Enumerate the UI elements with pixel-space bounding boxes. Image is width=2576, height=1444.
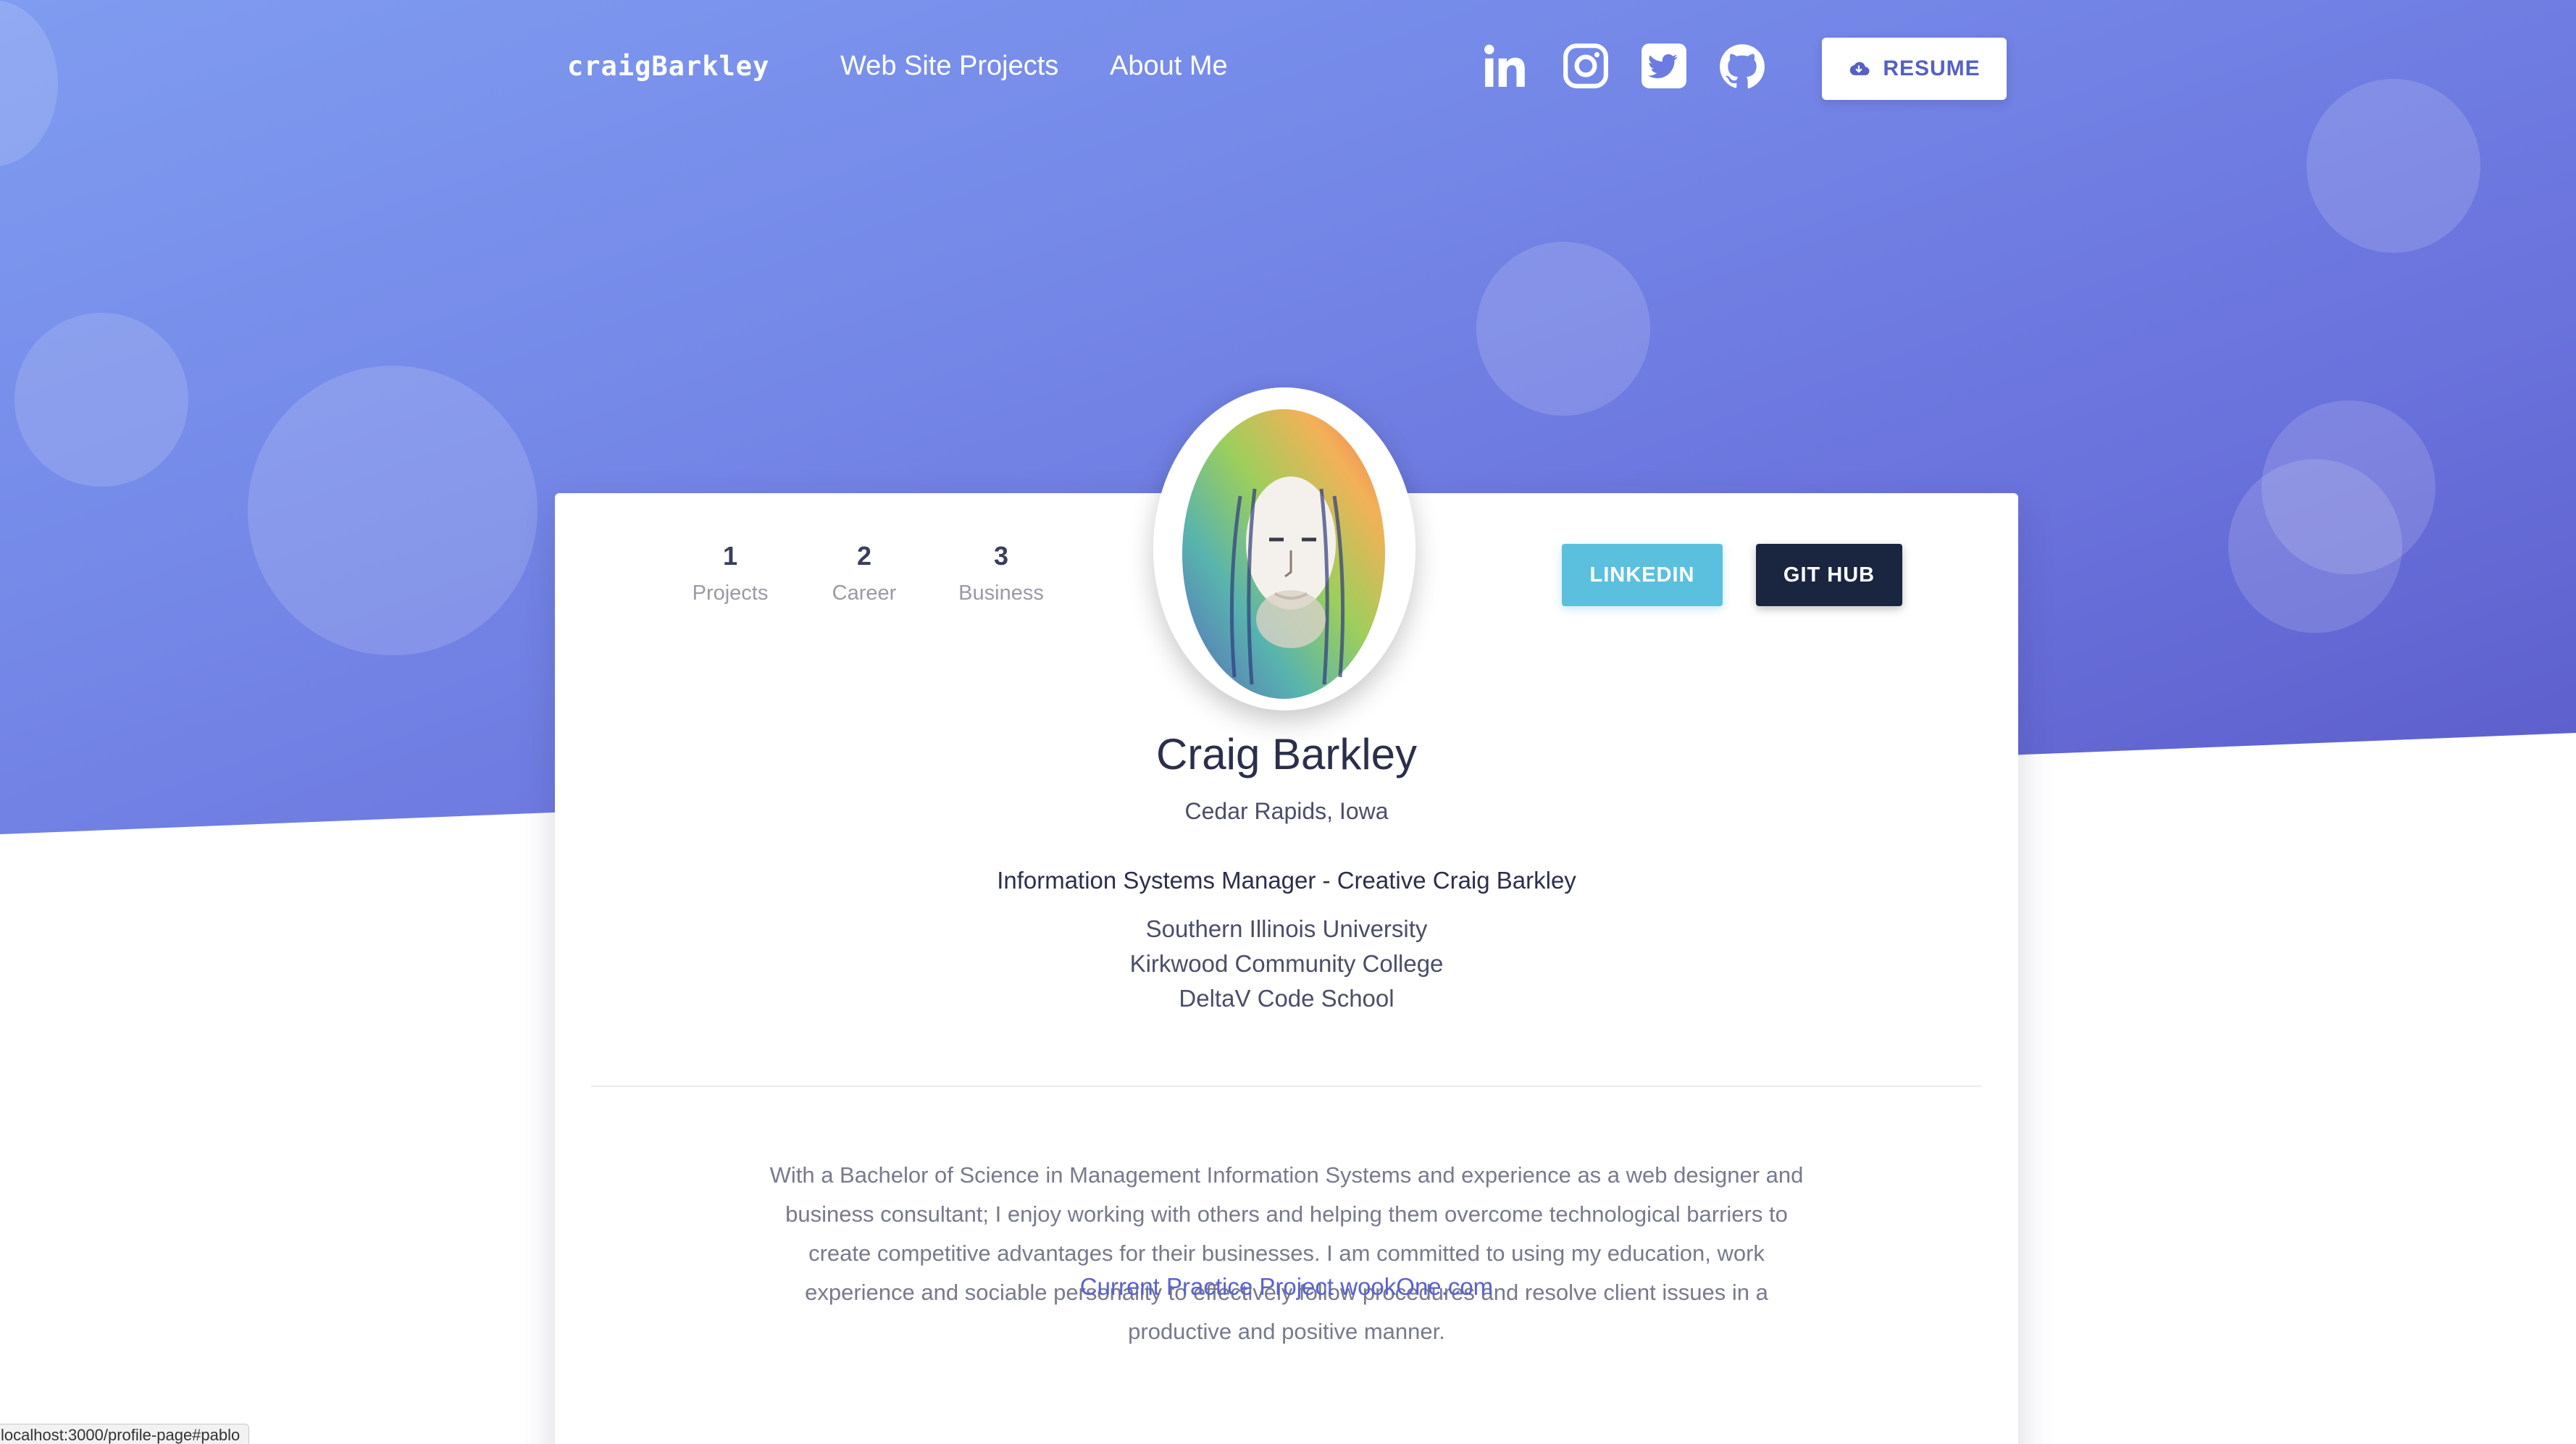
profile-location: Cedar Rapids, Iowa: [1184, 798, 1389, 824]
education-item: Southern Illinois University: [1145, 915, 1428, 942]
linkedin-button[interactable]: LINKEDIN: [1562, 544, 1723, 606]
status-bar-url: localhost:3000/profile-page#pablo: [0, 1424, 250, 1444]
profile-page: craigBarkley Web Site Projects About Me: [0, 0, 2576, 1444]
resume-button-label: RESUME: [1883, 56, 1981, 80]
avatar-portrait-image: [1153, 387, 1415, 710]
stat-value: 3: [993, 541, 1009, 571]
cloud-download-icon: [1850, 62, 1870, 75]
education-item: Kirkwood Community College: [1129, 950, 1444, 977]
decorative-bubble: [14, 313, 188, 487]
github-icon[interactable]: [1718, 42, 1766, 90]
decorative-bubble: [248, 366, 538, 655]
education-item: DeltaV Code School: [1179, 985, 1394, 1012]
profile-name: Craig Barkley: [1155, 730, 1418, 778]
resume-button[interactable]: RESUME: [1822, 38, 2007, 100]
stat-label: Career: [832, 582, 897, 605]
instagram-icon-glyph: [1563, 43, 1608, 88]
github-button[interactable]: GIT HUB: [1756, 544, 1902, 606]
linkedin-icon[interactable]: [1482, 42, 1530, 90]
stat-business: 3 Business: [936, 541, 1066, 605]
top-navbar: craigBarkley Web Site Projects About Me: [0, 0, 2576, 138]
linkedin-icon-glyph: [1484, 44, 1525, 87]
section-divider: [591, 1086, 1982, 1087]
profile-title: Information Systems Manager - Creative C…: [997, 867, 1576, 894]
stat-label: Projects: [692, 582, 769, 605]
brand-logo[interactable]: craigBarkley: [567, 51, 769, 82]
decorative-bubble: [1476, 242, 1650, 416]
stat-projects: 1 Projects: [665, 541, 795, 605]
twitter-icon[interactable]: [1640, 42, 1688, 90]
profile-bio: With a Bachelor of Science in Management…: [769, 1162, 1804, 1344]
nav-link-web-site-projects[interactable]: Web Site Projects: [840, 51, 1058, 82]
stat-value: 1: [722, 541, 738, 571]
stat-label: Business: [958, 582, 1044, 605]
decorative-bubble: [2228, 459, 2402, 633]
education-list: Southern Illinois University Kirkwood Co…: [555, 912, 2018, 1016]
stat-value: 2: [856, 541, 872, 571]
profile-card: 1 Projects 2 Career 3 Business LINKEDIN …: [555, 387, 2018, 1444]
github-icon-glyph: [1720, 44, 1765, 89]
instagram-icon[interactable]: [1562, 42, 1610, 90]
practice-project-link[interactable]: Current Practice Project wookOne.com: [555, 1273, 2018, 1301]
nav-link-about-me[interactable]: About Me: [1110, 51, 1228, 82]
stat-career: 2 Career: [799, 541, 929, 605]
twitter-icon-glyph: [1642, 43, 1686, 88]
profile-avatar: [1153, 387, 1415, 710]
